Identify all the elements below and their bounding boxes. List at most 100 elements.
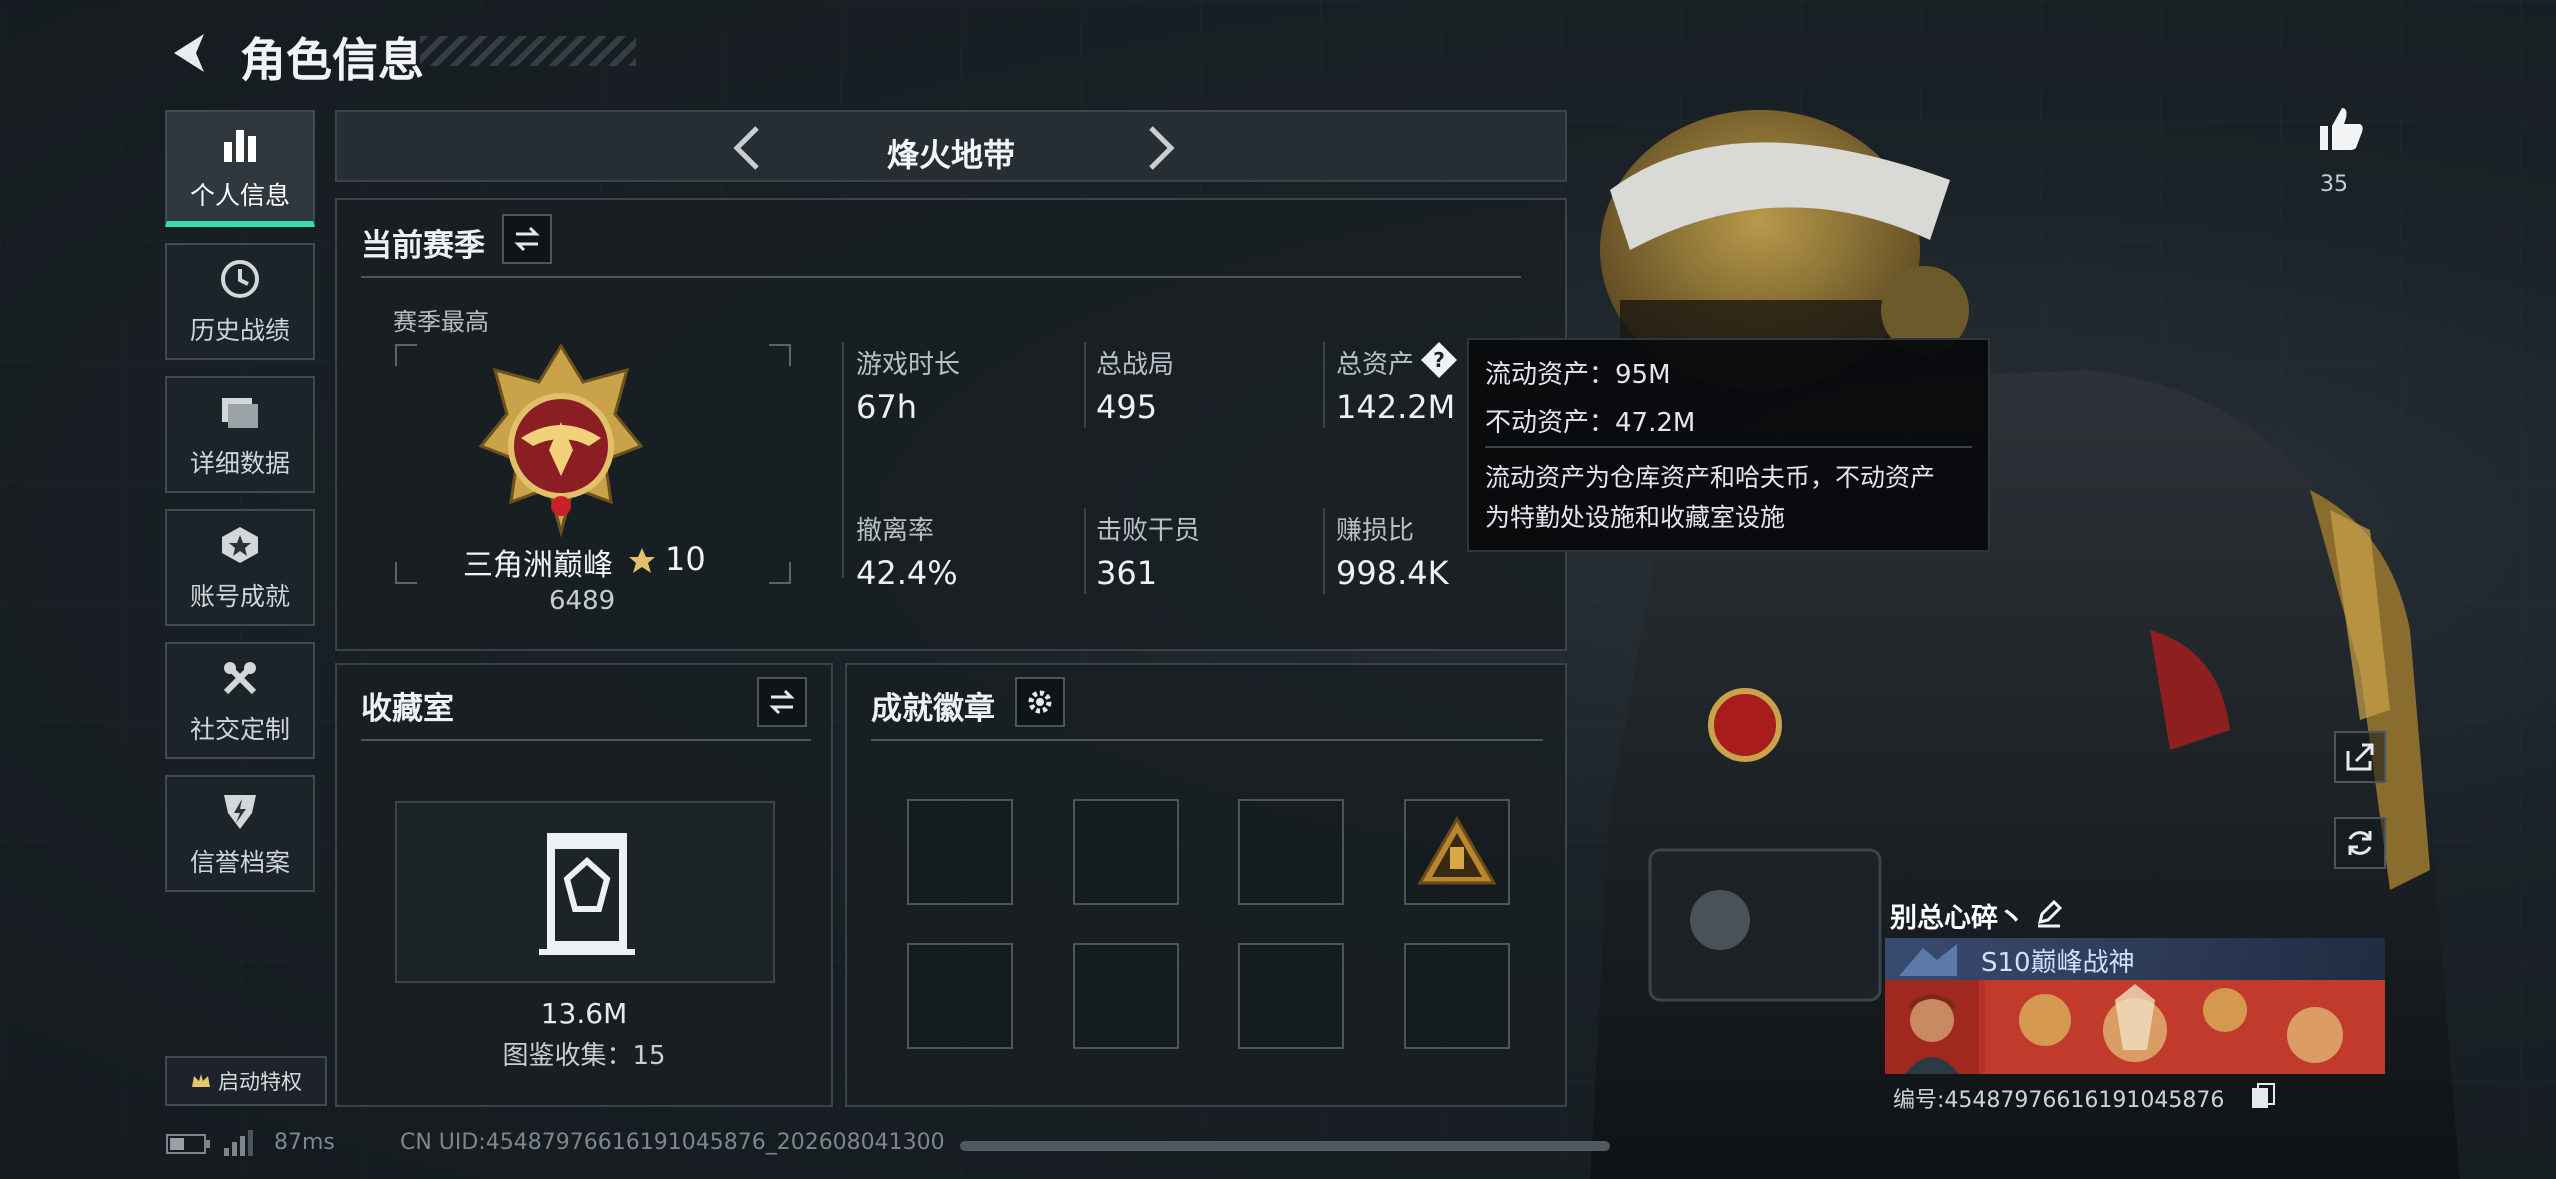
season-panel-title: 当前赛季 [361,228,485,264]
battery-icon [166,1134,210,1154]
divider [361,739,811,741]
collection-panel: 收藏室 13.6M 图鉴收集：15 [335,663,833,1107]
season-panel: 当前赛季 赛季最高 三角洲巅峰 10 6489 游戏时长 67h 总战局 495… [335,198,1567,651]
player-title: S10巅峰战神 [1981,948,2135,978]
divider [1084,508,1086,594]
uid-text: CN UID:4548797661619104587​6_20260804130… [400,1130,945,1155]
sidebar-item-personal-info[interactable]: 个人信息 [165,110,315,227]
stat-value: 42.4% [856,554,958,592]
divider [871,739,1543,741]
chevron-right-icon[interactable] [1137,124,1181,172]
copy-icon[interactable] [2250,1082,2276,1110]
stat-label: 撤离率 [856,516,935,546]
player-name: 别总心碎丶 [1890,903,2025,934]
title-decoration [420,36,636,66]
badge-slot[interactable] [1238,799,1344,905]
divider [1084,342,1086,428]
swap-season-button[interactable] [502,214,552,264]
badge-settings-button[interactable] [1015,677,1065,727]
player-banner [1885,980,2385,1074]
crown-icon [192,1074,210,1087]
badge-slot[interactable] [1238,943,1344,1049]
asset-tooltip: 流动资产：95M 不动资产：47.2M 流动资产为仓库资产和哈夫币，不动资产 为… [1467,338,1990,552]
season-best-label: 赛季最高 [393,308,489,336]
badge-slot[interactable] [1404,943,1510,1049]
stat-label: 游戏时长 [856,350,961,380]
rank-name: 三角洲巅峰 [463,548,613,583]
achievement-icon [222,526,258,563]
tooltip-liquid-assets: 流动资产：95M [1485,360,1671,390]
tooltip-description: 为特勤处设施和收藏室设施 [1485,503,1786,532]
shield-icon [224,794,256,829]
page-title: 角色信息 [240,33,424,87]
frame-corner [769,562,791,584]
stat-label: 赚损比 [1336,516,1415,546]
swap-icon [514,226,540,252]
badge-slot[interactable] [1404,799,1510,905]
stat-label: 击败干员 [1096,516,1201,546]
refresh-button[interactable] [2334,817,2386,869]
swap-collection-button[interactable] [757,677,807,727]
history-clock-icon [221,259,259,298]
badges-title: 成就徽章 [871,691,995,727]
sidebar-item-label: 详细数据 [189,448,290,478]
svg-text:?: ? [1433,348,1445,372]
sidebar-item-label: 账号成就 [189,581,290,611]
sidebar-item-label: 历史战绩 [189,315,290,345]
badge-slot[interactable] [907,943,1013,1049]
player-id: 编号:4548797661619104587​6 [1893,1088,2225,1113]
divider [1485,446,1972,448]
help-question-icon[interactable]: ? [1419,340,1459,380]
privilege-label: 启动特权 [218,1070,302,1094]
sidebar-item-social-custom[interactable]: 社交定制 [165,642,315,759]
rank-score: 6489 [549,586,616,616]
collection-title: 收藏室 [361,691,454,727]
stat-value: 495 [1096,388,1158,426]
home-indicator [960,1141,1610,1151]
tooltip-fixed-assets: 不动资产：47.2M [1485,408,1696,438]
frame-corner [769,344,791,366]
ping-value: 87ms [274,1130,335,1155]
frame-corner [395,562,417,584]
mode-selector: 烽火地带 [335,110,1567,182]
swap-icon [769,689,795,715]
tooltip-description: 流动资产为仓库资产和哈夫币，不动资产 [1485,463,1936,492]
collection-value: 13.6M [540,997,628,1030]
warning-badge-icon [1417,816,1497,885]
badge-slot[interactable] [1073,943,1179,1049]
stat-label: 总资产 [1336,350,1415,380]
badge-slot[interactable] [1073,799,1179,905]
stat-value: 67h [856,388,917,426]
privilege-button[interactable]: 启动特权 [165,1056,327,1106]
gear-icon [1028,690,1052,714]
stat-value: 998.4K [1336,554,1449,592]
edit-pencil-icon[interactable] [2034,898,2064,928]
bar-chart-icon [224,129,256,162]
rank-emblem-icon [478,343,644,538]
stat-value: 142.2M [1336,388,1456,426]
divider [361,276,1521,278]
badges-panel: 成就徽章 [845,663,1567,1107]
divider [1323,342,1325,428]
sidebar-item-achievements[interactable]: 账号成就 [165,509,315,626]
frame-corner [395,344,417,366]
sidebar-item-label: 个人信息 [189,180,290,210]
tools-icon [223,661,257,694]
signal-icon [224,1130,253,1156]
collection-preview[interactable] [395,801,775,983]
rank-stars: 10 [665,540,706,578]
sidebar-item-reputation[interactable]: 信誉档案 [165,775,315,892]
sidebar-item-history[interactable]: 历史战绩 [165,243,315,360]
stat-value: 361 [1096,554,1158,592]
vault-icon [539,833,635,955]
player-title-bar: S10巅峰战神 [1885,938,2385,980]
star-icon [629,548,655,573]
sidebar-item-detail-data[interactable]: 详细数据 [165,376,315,493]
share-button[interactable] [2334,731,2386,783]
collection-count: 图鉴收集：15 [502,1041,666,1071]
badge-slot[interactable] [907,799,1013,905]
refresh-icon [2348,831,2372,855]
back-arrow-icon[interactable] [166,28,216,78]
mode-label: 烽火地带 [886,136,1015,174]
thumbs-up-icon[interactable] [2316,104,2366,154]
